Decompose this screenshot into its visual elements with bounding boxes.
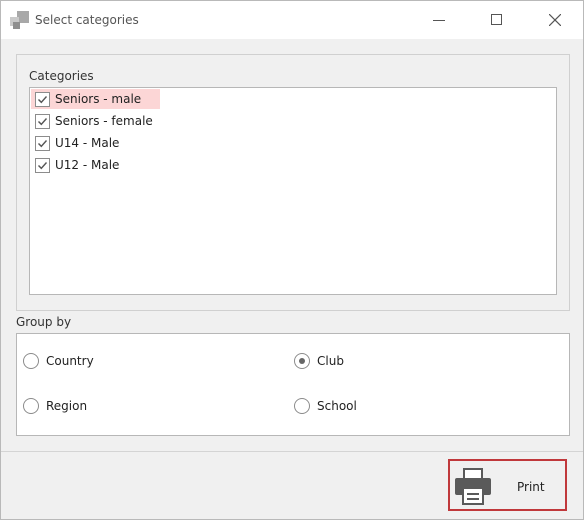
group-by-panel: Country Club Region School	[16, 333, 570, 436]
minimize-icon	[433, 20, 445, 21]
group-by-label: Group by	[16, 315, 72, 329]
radio-button[interactable]	[294, 353, 310, 369]
radio-button[interactable]	[23, 398, 39, 414]
radio-label: Country	[46, 354, 94, 368]
categories-label: Categories	[29, 69, 94, 83]
print-button[interactable]: Print	[448, 459, 567, 511]
list-item[interactable]: Seniors - male	[30, 88, 556, 110]
footer-divider	[1, 451, 583, 452]
checkmark-icon	[38, 162, 48, 170]
radio-label: School	[317, 399, 357, 413]
radio-label: Region	[46, 399, 88, 413]
checkbox[interactable]	[35, 114, 50, 129]
checkmark-icon	[38, 118, 48, 126]
radio-selected-dot	[299, 358, 305, 364]
list-item-label: U12 - Male	[55, 158, 120, 172]
radio-label: Club	[317, 354, 344, 368]
checkmark-icon	[38, 140, 48, 148]
close-icon	[549, 14, 561, 26]
maximize-icon	[491, 14, 502, 25]
app-icon	[10, 11, 30, 31]
list-item[interactable]: U14 - Male	[30, 132, 556, 154]
list-item-label: Seniors - female	[55, 114, 153, 128]
checkbox[interactable]	[35, 158, 50, 173]
checkbox[interactable]	[35, 136, 50, 151]
categories-list[interactable]: Seniors - male Seniors - female U14 - Ma…	[29, 87, 557, 295]
select-categories-dialog: Select categories Categories Seniors - m…	[0, 0, 584, 520]
print-button-label: Print	[517, 480, 545, 494]
list-item[interactable]: U12 - Male	[30, 154, 556, 176]
list-item-label: Seniors - male	[55, 92, 142, 106]
title-bar[interactable]: Select categories	[1, 1, 583, 39]
window-title: Select categories	[35, 13, 139, 27]
maximize-button[interactable]	[474, 1, 520, 39]
radio-button[interactable]	[294, 398, 310, 414]
close-button[interactable]	[532, 1, 578, 39]
checkmark-icon	[38, 96, 48, 104]
list-item-label: U14 - Male	[55, 136, 120, 150]
checkbox[interactable]	[35, 92, 50, 107]
printer-icon	[455, 468, 491, 505]
radio-button[interactable]	[23, 353, 39, 369]
list-item[interactable]: Seniors - female	[30, 110, 556, 132]
minimize-button[interactable]	[416, 1, 462, 39]
